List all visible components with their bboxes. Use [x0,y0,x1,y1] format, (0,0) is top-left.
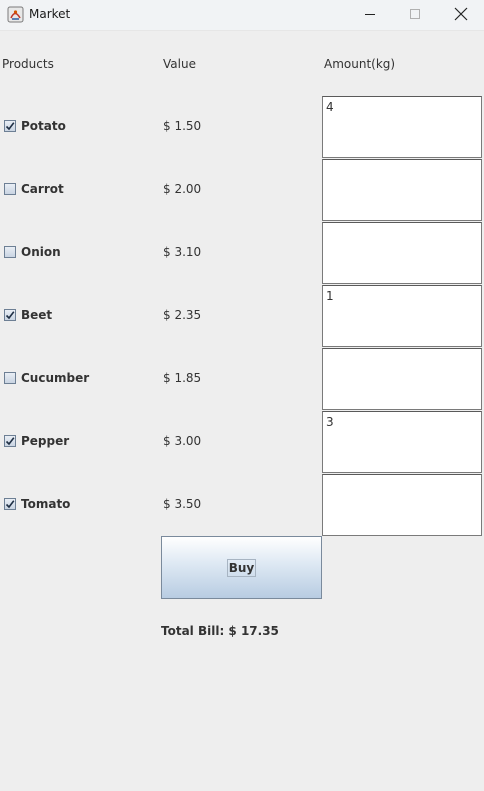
product-row: Tomato $ 3.50 [0,474,484,537]
amount-field-beet[interactable] [322,285,482,347]
close-button[interactable] [438,0,484,30]
product-label-potato[interactable]: Potato [21,119,66,133]
amount-header: Amount(kg) [324,57,396,71]
product-checkbox-beet[interactable] [4,309,16,321]
maximize-button[interactable] [392,0,438,30]
products-header: Products [2,57,54,71]
product-label-carrot[interactable]: Carrot [21,182,64,196]
value-header: Value [163,57,196,71]
buy-button[interactable]: Buy [161,536,322,599]
product-checkbox-tomato[interactable] [4,498,16,510]
product-label-pepper[interactable]: Pepper [21,434,69,448]
amount-field-onion[interactable] [322,222,482,284]
product-row: Potato $ 1.50 [0,96,484,159]
product-price-carrot: $ 2.00 [163,182,202,196]
close-icon [454,7,468,24]
product-price-potato: $ 1.50 [163,119,202,133]
product-row: Carrot $ 2.00 [0,159,484,222]
product-row: Cucumber $ 1.85 [0,348,484,411]
window-title: Market [29,7,71,21]
total-bill: Total Bill: $ 17.35 [161,624,279,638]
minimize-icon [364,8,376,23]
product-label-beet[interactable]: Beet [21,308,52,322]
product-price-onion: $ 3.10 [163,245,202,259]
minimize-button[interactable] [347,0,393,30]
product-row: Onion $ 3.10 [0,222,484,285]
product-row: Beet $ 2.35 [0,285,484,348]
java-app-icon [7,6,24,23]
maximize-icon [409,8,421,23]
amount-field-carrot[interactable] [322,159,482,221]
amount-field-tomato[interactable] [322,474,482,536]
product-checkbox-cucumber[interactable] [4,372,16,384]
product-checkbox-potato[interactable] [4,120,16,132]
amount-field-cucumber[interactable] [322,348,482,410]
product-checkbox-onion[interactable] [4,246,16,258]
product-label-onion[interactable]: Onion [21,245,61,259]
product-label-cucumber[interactable]: Cucumber [21,371,89,385]
product-price-pepper: $ 3.00 [163,434,202,448]
product-row: Pepper $ 3.00 [0,411,484,474]
buy-button-label: Buy [226,558,257,577]
title-bar[interactable]: Market [0,0,484,31]
product-price-beet: $ 2.35 [163,308,202,322]
amount-field-potato[interactable] [322,96,482,158]
product-label-tomato[interactable]: Tomato [21,497,70,511]
product-price-cucumber: $ 1.85 [163,371,202,385]
product-checkbox-pepper[interactable] [4,435,16,447]
product-checkbox-carrot[interactable] [4,183,16,195]
amount-field-pepper[interactable] [322,411,482,473]
product-price-tomato: $ 3.50 [163,497,202,511]
